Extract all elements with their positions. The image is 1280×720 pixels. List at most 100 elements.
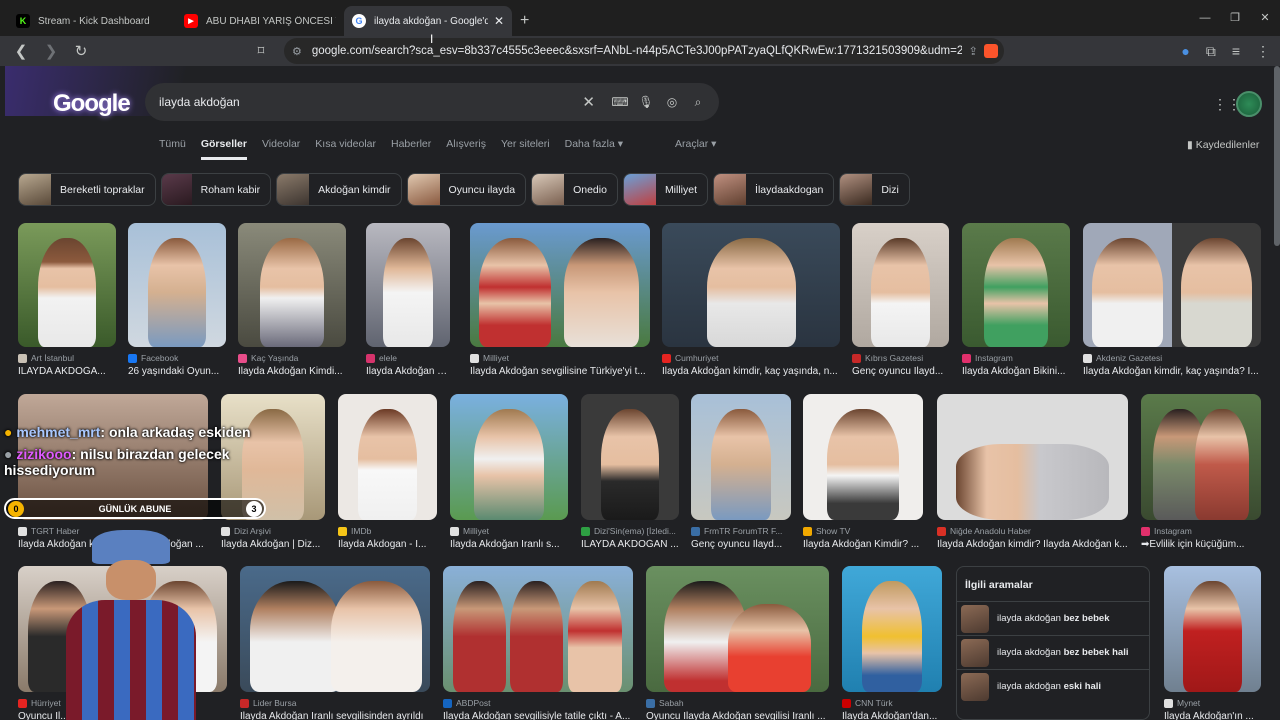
extensions-icon[interactable]: ⧉	[1206, 43, 1216, 60]
tab-videos[interactable]: Videolar	[262, 138, 300, 160]
image-result[interactable]: Mynet İlayda Akdoğan'ın ...	[1164, 566, 1261, 720]
playlist-icon[interactable]: ≡	[1232, 43, 1240, 59]
result-image[interactable]	[338, 394, 437, 520]
result-caption[interactable]: İlayda Akdoğan'dan...	[842, 711, 942, 720]
chip[interactable]: Milliyet	[622, 173, 709, 206]
result-source[interactable]: Art İstanbul	[18, 353, 116, 363]
tab-google[interactable]: G ilayda akdoğan - Google'da A ✕	[344, 6, 512, 36]
result-source[interactable]: Instagram	[1141, 526, 1261, 536]
search-icon[interactable]: ⌕	[685, 95, 711, 110]
related-search-item[interactable]: ilayda akdoğan bez bebek	[957, 601, 1149, 635]
result-image[interactable]	[842, 566, 942, 692]
chip[interactable]: İlaydaakdogan	[713, 173, 835, 206]
scrollbar[interactable]	[1274, 66, 1280, 246]
image-result[interactable]: Milliyet İlayda Akdoğan sevgilisine Türk…	[470, 223, 650, 377]
result-image[interactable]	[1083, 223, 1261, 347]
result-caption[interactable]: İLAYDA AKDOĞA...	[18, 366, 116, 377]
result-source[interactable]: Dizi Arşivi	[221, 526, 325, 536]
result-image[interactable]	[581, 394, 679, 520]
result-source[interactable]: CNN Türk	[842, 698, 942, 708]
result-image[interactable]	[18, 223, 116, 347]
close-window-button[interactable]: ✕	[1250, 0, 1280, 36]
result-image[interactable]	[470, 223, 650, 347]
chip[interactable]: Roham kabir	[160, 173, 272, 206]
result-source[interactable]: Dizi'Sin(ema) [İzledi...	[581, 526, 679, 536]
result-source[interactable]: Niğde Anadolu Haber	[937, 526, 1128, 536]
result-source[interactable]: Instagram	[962, 353, 1070, 363]
result-image[interactable]	[937, 394, 1128, 520]
tab-youtube[interactable]: ▶ ABU DHABI YARIŞ ÖNCESİ VLOG - Yo	[176, 6, 344, 36]
keyboard-icon[interactable]: ⌨	[607, 95, 633, 109]
result-image[interactable]	[662, 223, 840, 347]
result-caption[interactable]: İlayda Akdoğan kimdir, kaç yaşında, n...	[662, 366, 840, 377]
image-result[interactable]: Kaç Yaşında İlayda Akdoğan Kimdi...	[238, 223, 346, 377]
related-search-item[interactable]: ilayda akdoğan eski hali	[957, 669, 1149, 703]
result-source[interactable]: Kıbrıs Gazetesi	[852, 353, 949, 363]
avatar[interactable]	[1236, 91, 1262, 117]
result-caption[interactable]: ➡Evlilik için küçüğüm...	[1141, 539, 1261, 550]
result-caption[interactable]: İLAYDA AKDOĞAN ...	[581, 539, 679, 550]
search-input[interactable]: ilayda akdoğan	[159, 95, 582, 109]
result-caption[interactable]: İlayda Akdoğan kimdir? İlayda Akdoğan k.…	[937, 539, 1128, 550]
image-result[interactable]: FrmTR ForumTR F... Genç oyuncu İlayd...	[691, 394, 791, 550]
google-logo[interactable]: Google	[53, 90, 131, 118]
related-search-item[interactable]: ilayda akdoğan bez bebek hali	[957, 635, 1149, 669]
image-result[interactable]: Akdeniz Gazetesi İlayda Akdoğan kimdir, …	[1083, 223, 1261, 377]
result-image[interactable]	[1164, 566, 1261, 692]
result-source[interactable]: elele	[366, 353, 450, 363]
brave-shield-icon[interactable]	[984, 44, 998, 58]
chip[interactable]: Akdoğan kimdir	[276, 173, 402, 206]
minimize-button[interactable]: —	[1190, 0, 1220, 36]
image-result[interactable]: IMDb İlayda Akdogan - I...	[338, 394, 437, 550]
result-caption[interactable]: İlayda Akdoğan İranlı sevgilisinden ayrı…	[240, 711, 430, 720]
result-source[interactable]: Cumhuriyet	[662, 353, 840, 363]
result-caption[interactable]: 26 yaşındaki Oyun...	[128, 366, 226, 377]
reload-button[interactable]: ↻	[66, 42, 96, 60]
result-caption[interactable]: İlayda Akdoğan Kimdi...	[238, 366, 346, 377]
result-source[interactable]: ABDPost	[443, 698, 633, 708]
image-result[interactable]: Facebook 26 yaşındaki Oyun...	[128, 223, 226, 377]
lens-icon[interactable]: ◎	[659, 95, 685, 109]
search-box[interactable]: ilayda akdoğan ✕ ⌨ 🎙 ◎ ⌕	[145, 83, 719, 121]
result-image[interactable]	[803, 394, 923, 520]
tab-more[interactable]: Daha fazla ▾	[565, 138, 623, 160]
image-result[interactable]: CNN Türk İlayda Akdoğan'dan...	[842, 566, 942, 720]
result-source[interactable]: Mynet	[1164, 698, 1261, 708]
result-image[interactable]	[240, 566, 430, 692]
share-icon[interactable]: ⇪	[968, 44, 978, 58]
result-caption[interactable]: İlayda Akdoğan ki...	[366, 366, 450, 377]
result-caption[interactable]: İlayda Akdoğan | Diz...	[221, 539, 325, 550]
image-result[interactable]: Dizi'Sin(ema) [İzledi... İLAYDA AKDOĞAN …	[581, 394, 679, 550]
image-result[interactable]: Kıbrıs Gazetesi Genç oyuncu İlayd...	[852, 223, 949, 377]
maximize-button[interactable]: ❐	[1220, 0, 1250, 36]
result-caption[interactable]: İlayda Akdoğan İranlı s...	[450, 539, 568, 550]
menu-icon[interactable]: ⋮	[1256, 43, 1270, 60]
bookmark-icon[interactable]: ⌑	[246, 43, 276, 59]
image-result[interactable]: Instagram İlayda Akdoğan Bikini...	[962, 223, 1070, 377]
address-bar[interactable]: ⚙ google.com/search?sca_esv=8b337c4555c3…	[284, 38, 1004, 64]
result-source[interactable]: Akdeniz Gazetesi	[1083, 353, 1261, 363]
result-source[interactable]: Kaç Yaşında	[238, 353, 346, 363]
tab-kick[interactable]: K Stream - Kick Dashboard	[8, 6, 176, 36]
result-caption[interactable]: İlayda Akdoğan sevgilisiyle tatile çıktı…	[443, 711, 633, 720]
result-source[interactable]: Lider Bursa	[240, 698, 430, 708]
back-button[interactable]: ❮	[6, 42, 36, 60]
image-result[interactable]: Niğde Anadolu Haber İlayda Akdoğan kimdi…	[937, 394, 1128, 550]
image-result[interactable]: Sabah Oyuncu İlayda Akdoğan sevgilisi İr…	[646, 566, 829, 720]
close-tab-icon[interactable]: ✕	[494, 14, 504, 28]
chip[interactable]: Bereketli topraklar	[18, 173, 156, 206]
result-caption[interactable]: Genç oyuncu İlayd...	[852, 366, 949, 377]
result-caption[interactable]: İlayda Akdogan - I...	[338, 539, 437, 550]
tab-short-videos[interactable]: Kısa videolar	[315, 138, 376, 160]
result-source[interactable]: IMDb	[338, 526, 437, 536]
extension-circle-icon[interactable]: ●	[1181, 43, 1189, 59]
chip[interactable]: Oyuncu ilayda	[406, 173, 527, 206]
result-image[interactable]	[962, 223, 1070, 347]
result-image[interactable]	[238, 223, 346, 347]
result-caption[interactable]: Oyuncu İlayda Akdoğan sevgilisi İranlı .…	[646, 711, 829, 720]
result-source[interactable]: Milliyet	[450, 526, 568, 536]
forward-button[interactable]: ❯	[36, 42, 66, 60]
image-result[interactable]: Art İstanbul İLAYDA AKDOĞA...	[18, 223, 116, 377]
result-source[interactable]: Facebook	[128, 353, 226, 363]
tab-shopping[interactable]: Alışveriş	[446, 138, 486, 160]
